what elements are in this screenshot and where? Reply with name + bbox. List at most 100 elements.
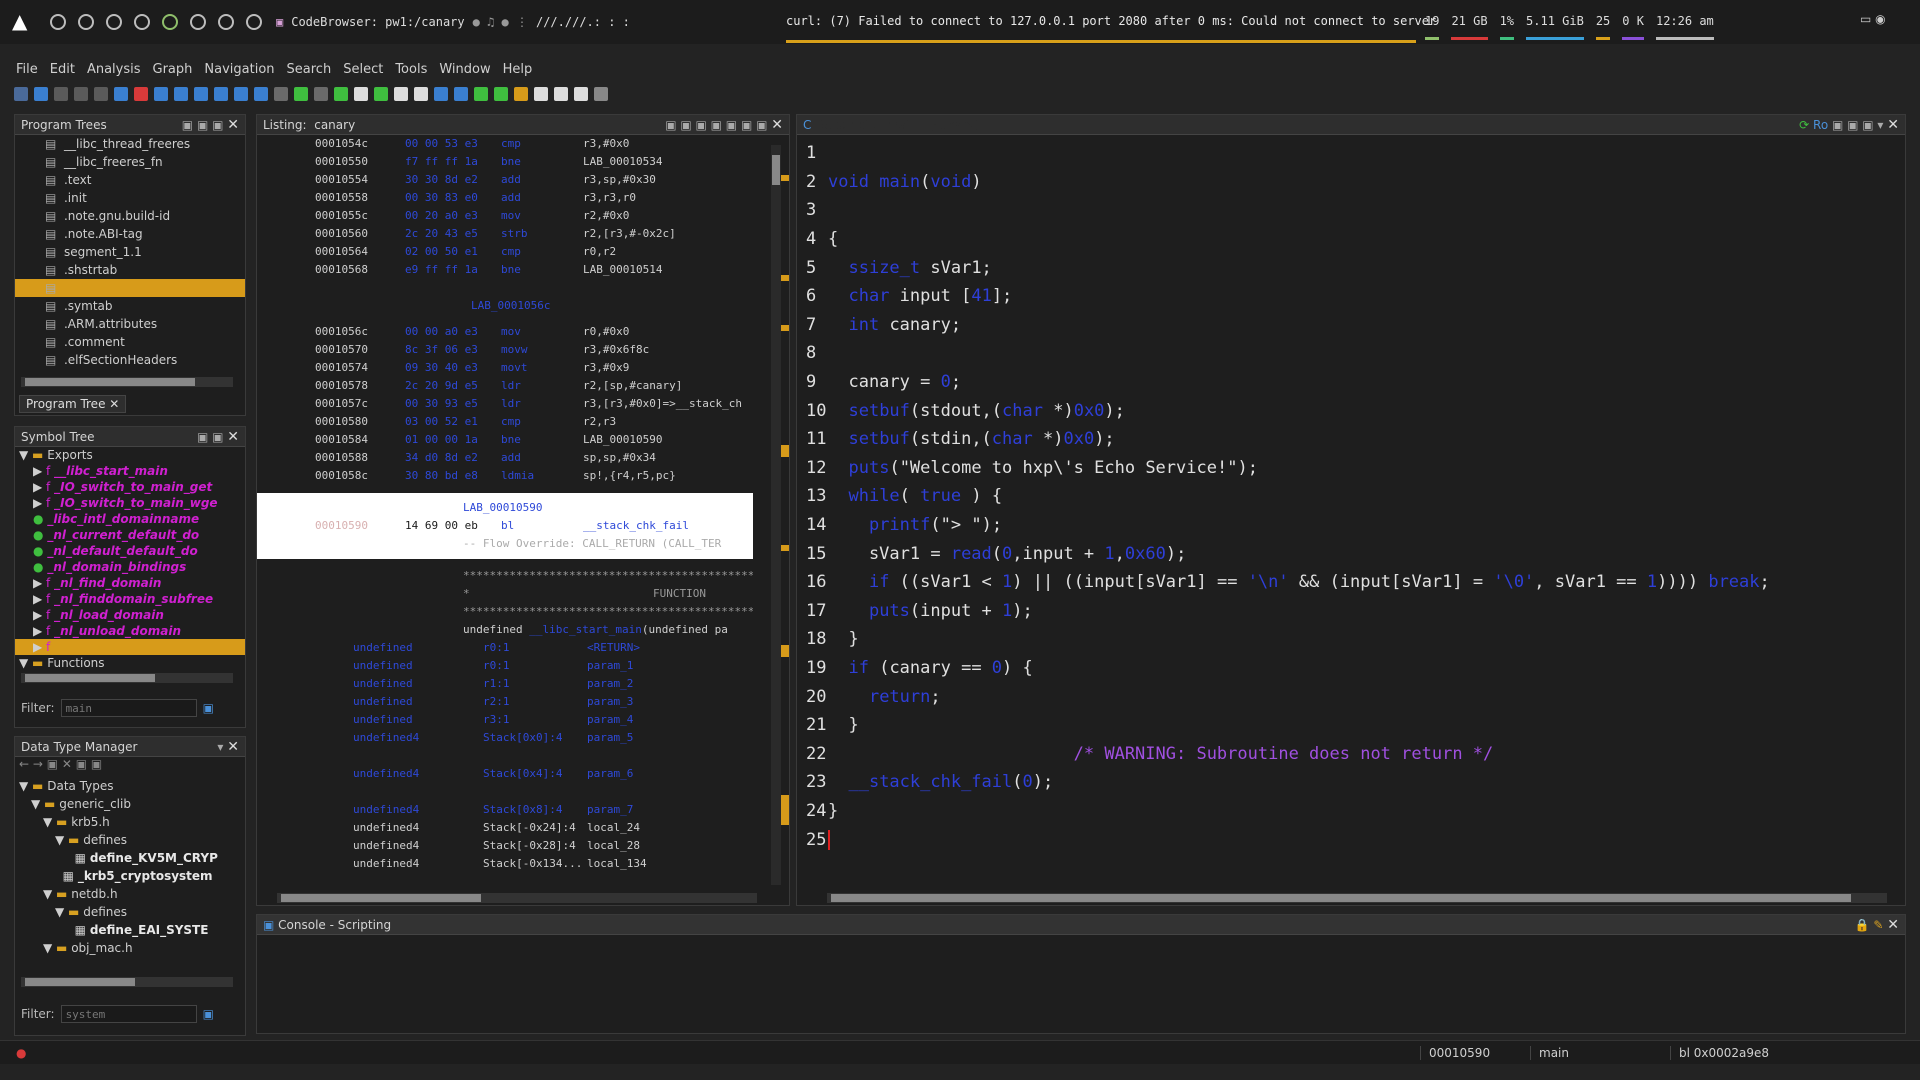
code-line[interactable]: 11 setbuf(stdin,(char *)0x0); bbox=[797, 425, 1905, 454]
datatype-filter-input[interactable] bbox=[60, 1005, 197, 1023]
param-row[interactable]: undefined r2:1 param_3 bbox=[257, 693, 753, 711]
listing-row[interactable]: 0001055c 00 20 a0 e3 mov r2,#0x0 bbox=[257, 207, 753, 225]
datatype-item[interactable]: ▼ ▬ krb5.h bbox=[15, 813, 245, 831]
refresh-icon[interactable]: ⟳ bbox=[1799, 118, 1809, 132]
arch-logo-icon[interactable]: ▲ bbox=[12, 9, 38, 35]
code-line[interactable]: 22 /* WARNING: Subroutine does not retur… bbox=[797, 739, 1905, 768]
toolbar-icon[interactable] bbox=[274, 87, 288, 101]
menu-search[interactable]: Search bbox=[287, 62, 332, 82]
toolbar-icon[interactable] bbox=[254, 87, 268, 101]
code-line[interactable]: 16 if ((sVar1 < 1) || ((input[sVar1] == … bbox=[797, 568, 1905, 597]
datatype-item[interactable]: ▼ ▬ obj_mac.h bbox=[15, 939, 245, 957]
menu-tools[interactable]: Tools bbox=[395, 62, 427, 82]
param-row[interactable]: undefined r0:1 <RETURN> bbox=[257, 639, 753, 657]
toolbar-icon[interactable] bbox=[534, 87, 548, 101]
code-line[interactable]: 5 ssize_t sVar1; bbox=[797, 253, 1905, 282]
toolbar-icon[interactable] bbox=[294, 87, 308, 101]
close-icon[interactable]: ✕ bbox=[227, 429, 239, 445]
panel-tools[interactable]: ▣ ▣ ▣ ▣ ▣ ▣ ▣ ✕ bbox=[665, 117, 783, 133]
menu-file[interactable]: File bbox=[16, 62, 38, 82]
symbol-filter-input[interactable] bbox=[60, 699, 197, 717]
code-line[interactable]: 4{ bbox=[797, 225, 1905, 254]
tab-program-tree[interactable]: Program Tree ✕ bbox=[19, 395, 127, 413]
menu-analysis[interactable]: Analysis bbox=[87, 62, 141, 82]
close-icon[interactable]: ✕ bbox=[771, 117, 783, 133]
toolbar-icon[interactable] bbox=[454, 87, 468, 101]
panel-tools[interactable]: ⟳ Ro ▣ ▣ ▣ ▾ ✕ bbox=[1799, 117, 1899, 133]
menu-help[interactable]: Help bbox=[503, 62, 533, 82]
code-line[interactable]: 19 if (canary == 0) { bbox=[797, 654, 1905, 683]
toolbar-icon[interactable] bbox=[154, 87, 168, 101]
tree-item[interactable]: ▤ __libc_freeres_fn bbox=[45, 153, 245, 171]
listing-row[interactable]: 00010550 f7 ff ff 1a bne LAB_00010534 bbox=[257, 153, 753, 171]
toolbar-icon[interactable] bbox=[334, 87, 348, 101]
toolbar-icon[interactable] bbox=[314, 87, 328, 101]
param-row[interactable]: undefined r1:1 param_2 bbox=[257, 675, 753, 693]
decompiler-toolbar-label[interactable]: Ro bbox=[1813, 118, 1828, 132]
param-row[interactable]: undefined4 Stack[-0x134... local_134 bbox=[257, 855, 753, 873]
panel-tools[interactable]: ▣ ▣ ✕ bbox=[197, 429, 239, 445]
workspace-4-icon[interactable] bbox=[134, 14, 150, 30]
code-line[interactable]: 8 bbox=[797, 339, 1905, 368]
toolbar-icon[interactable] bbox=[594, 87, 608, 101]
close-icon[interactable]: ✕ bbox=[227, 117, 239, 133]
workspace-7-icon[interactable] bbox=[218, 14, 234, 30]
code-line[interactable]: 23 __stack_chk_fail(0); bbox=[797, 768, 1905, 797]
code-line[interactable]: 13 while( true ) { bbox=[797, 482, 1905, 511]
symbol-item[interactable]: ● _libc_intl_domainname bbox=[15, 511, 245, 527]
horizontal-scrollbar[interactable] bbox=[21, 673, 233, 683]
toolbar-icon[interactable] bbox=[14, 87, 28, 101]
code-line[interactable]: 14 printf("> "); bbox=[797, 511, 1905, 540]
symbol-item[interactable]: ● _nl_default_default_do bbox=[15, 543, 245, 559]
listing-row[interactable]: 00010588 34 d0 8d e2 add sp,sp,#0x34 bbox=[257, 449, 753, 467]
toolbar-icon[interactable] bbox=[474, 87, 488, 101]
menu-graph[interactable]: Graph bbox=[153, 62, 193, 82]
code-line[interactable]: 17 puts(input + 1); bbox=[797, 597, 1905, 626]
symbol-item[interactable]: ● _nl_current_default_do bbox=[15, 527, 245, 543]
param-row[interactable]: undefined r3:1 param_4 bbox=[257, 711, 753, 729]
tree-item[interactable]: ▤ .note.gnu.build-id bbox=[45, 207, 245, 225]
toolbar-icon[interactable] bbox=[434, 87, 448, 101]
listing-overview-bar[interactable] bbox=[781, 145, 789, 885]
code-line[interactable]: 12 puts("Welcome to hxp\'s Echo Service!… bbox=[797, 454, 1905, 483]
tree-item[interactable]: ▤ .comment bbox=[45, 333, 245, 351]
listing-row[interactable]: 0001058c 30 80 bd e8 ldmia sp!,{r4,r5,pc} bbox=[257, 467, 753, 485]
workspace-indicators[interactable] bbox=[50, 14, 262, 30]
workspace-1-icon[interactable] bbox=[50, 14, 66, 30]
toolbar-icon[interactable] bbox=[414, 87, 428, 101]
tree-item[interactable]: ▤ .ARM.attributes bbox=[45, 315, 245, 333]
param-row[interactable]: undefined4 Stack[0x8]:4 param_7 bbox=[257, 801, 753, 819]
toolbar-icon[interactable] bbox=[514, 87, 528, 101]
toolbar-icon[interactable] bbox=[214, 87, 228, 101]
toolbar-icon[interactable] bbox=[354, 87, 368, 101]
panel-tools[interactable]: 🔒 ✎ ✕ bbox=[1855, 917, 1899, 933]
close-icon[interactable]: ✕ bbox=[227, 739, 239, 755]
tree-item[interactable]: ▤ segment_1.1 bbox=[45, 243, 245, 261]
toolbar-icon[interactable] bbox=[234, 87, 248, 101]
toolbar-icon[interactable] bbox=[74, 87, 88, 101]
toolbar-icon[interactable] bbox=[574, 87, 588, 101]
listing-row[interactable]: 00010580 03 00 52 e1 cmp r2,r3 bbox=[257, 413, 753, 431]
listing-view[interactable]: 0001054c 00 00 53 e3 cmp r3,#0x0 00010550 f7 … bbox=[257, 135, 753, 879]
code-line[interactable]: 9 canary = 0; bbox=[797, 368, 1905, 397]
menu-window[interactable]: Window bbox=[439, 62, 490, 82]
tree-item[interactable]: ▤ .note.ABI-tag bbox=[45, 225, 245, 243]
horizontal-scrollbar[interactable] bbox=[21, 977, 233, 987]
panel-tools[interactable]: ▣ ▣ ▣ ✕ bbox=[182, 117, 239, 133]
panel-tools[interactable]: ▾ ✕ bbox=[217, 739, 239, 755]
menu-navigation[interactable]: Navigation bbox=[204, 62, 274, 82]
symbol-item[interactable]: ▶ f _nl_unload_domain bbox=[15, 623, 245, 639]
listing-row[interactable]: 00010554 30 30 8d e2 add r3,sp,#0x30 bbox=[257, 171, 753, 189]
tree-item[interactable]: ▤ .shstrtab bbox=[45, 261, 245, 279]
listing-row[interactable]: 00010560 2c 20 43 e5 strb r2,[r3,#-0x2c] bbox=[257, 225, 753, 243]
tray-icons[interactable]: ▭ ◉ bbox=[1860, 12, 1886, 26]
symbol-item[interactable]: ▶ f _IO_switch_to_main_get bbox=[15, 479, 245, 495]
code-line[interactable]: 20 return; bbox=[797, 682, 1905, 711]
tree-item[interactable]: ▤ bbox=[15, 279, 245, 297]
tree-item[interactable]: ▤ __libc_thread_freeres bbox=[45, 135, 245, 153]
toolbar-icon[interactable] bbox=[114, 87, 128, 101]
listing-row[interactable]: 00010568 e9 ff ff 1a bne LAB_00010514 bbox=[257, 261, 753, 279]
tree-item[interactable]: ▤ .init bbox=[45, 189, 245, 207]
menu-edit[interactable]: Edit bbox=[50, 62, 75, 82]
toolbar-icon[interactable] bbox=[174, 87, 188, 101]
